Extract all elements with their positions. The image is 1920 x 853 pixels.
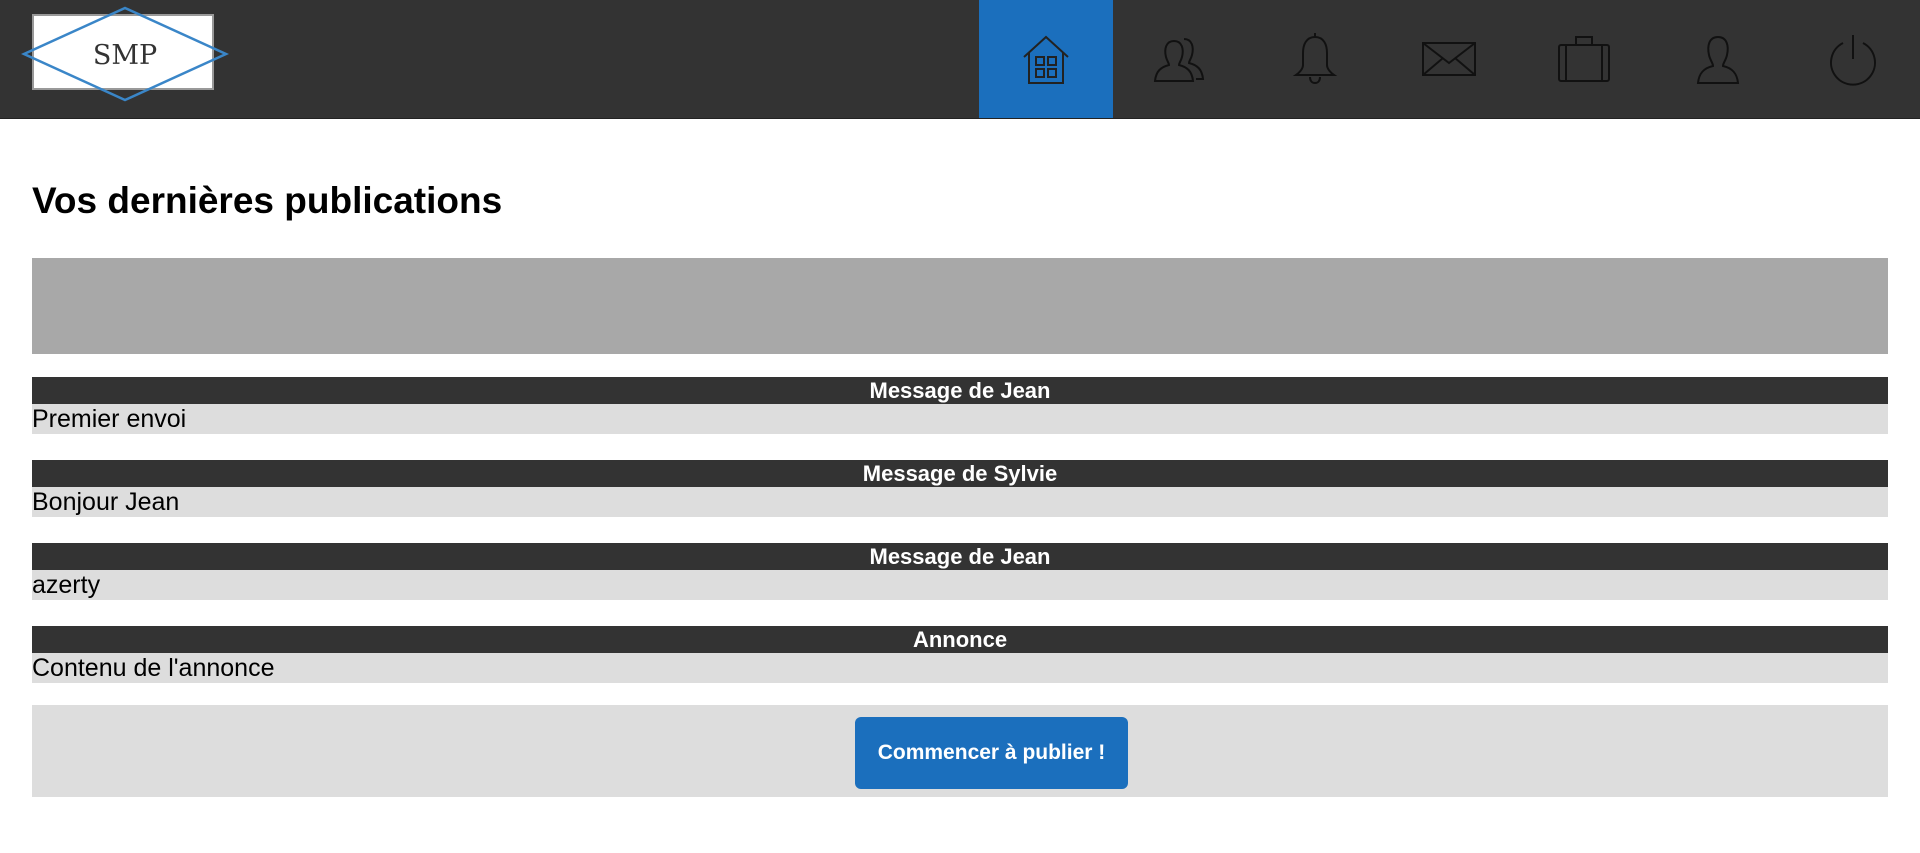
top-navbar: SMP: [0, 0, 1920, 119]
nav-notifications[interactable]: [1248, 0, 1383, 118]
post-body: Contenu de l'annonce: [32, 653, 1888, 683]
briefcase-icon: [1557, 36, 1610, 82]
posts-list: Message de Jean Premier envoi Message de…: [32, 377, 1888, 709]
envelope-icon: [1422, 42, 1477, 76]
start-publishing-button[interactable]: Commencer à publier !: [855, 717, 1128, 789]
nav-profile[interactable]: [1651, 0, 1786, 118]
nav-logout[interactable]: [1786, 0, 1920, 118]
power-icon: [1829, 35, 1876, 86]
user-icon: [1697, 35, 1740, 84]
bell-icon: [1292, 33, 1338, 85]
post-header: Message de Jean: [32, 377, 1888, 404]
home-icon: [1023, 35, 1069, 84]
post-body: Premier envoi: [32, 404, 1888, 434]
nav-home[interactable]: [978, 0, 1113, 118]
post-item: Annonce Contenu de l'annonce: [32, 626, 1888, 683]
main-nav: [978, 0, 1920, 118]
post-item: Message de Jean Premier envoi: [32, 377, 1888, 434]
post-body: Bonjour Jean: [32, 487, 1888, 517]
post-header: Message de Jean: [32, 543, 1888, 570]
logo-text: SMP: [93, 40, 157, 71]
post-header: Annonce: [32, 626, 1888, 653]
page-title: Vos dernières publications: [32, 180, 503, 221]
post-item: Message de Jean azerty: [32, 543, 1888, 600]
nav-jobs[interactable]: [1517, 0, 1652, 118]
nav-messages[interactable]: [1382, 0, 1517, 118]
post-header: Message de Sylvie: [32, 460, 1888, 487]
cta-band: Commencer à publier !: [32, 705, 1888, 797]
post-body: azerty: [32, 570, 1888, 600]
logo[interactable]: SMP: [20, 6, 230, 102]
friends-icon: [1154, 38, 1205, 82]
nav-friends[interactable]: [1113, 0, 1248, 118]
post-item: Message de Sylvie Bonjour Jean: [32, 460, 1888, 517]
logo-diamond-icon: SMP: [20, 6, 230, 102]
composer-placeholder-band: [32, 258, 1888, 354]
